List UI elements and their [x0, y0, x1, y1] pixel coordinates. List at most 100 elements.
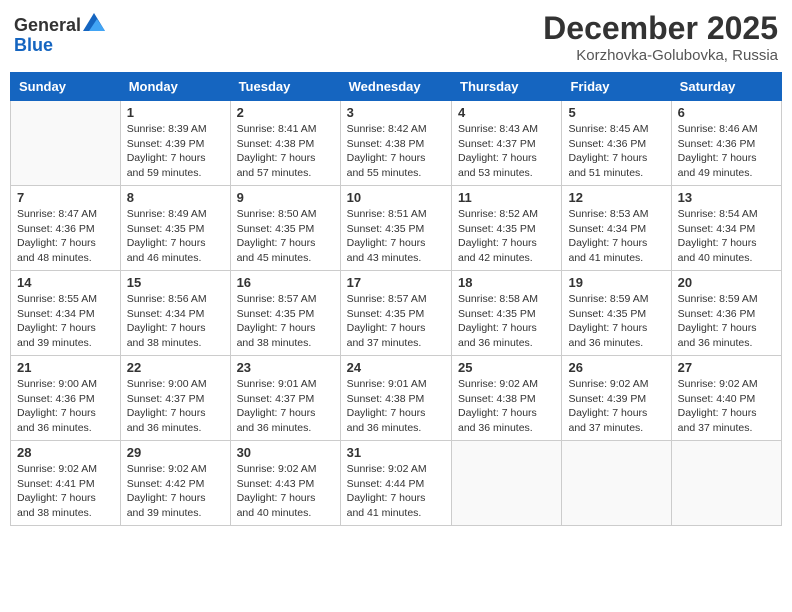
day-number: 18	[458, 275, 555, 290]
day-number: 31	[347, 445, 445, 460]
day-number: 3	[347, 105, 445, 120]
day-number: 10	[347, 190, 445, 205]
day-info: Sunrise: 9:02 AMSunset: 4:38 PMDaylight:…	[458, 377, 555, 436]
day-info: Sunrise: 8:45 AMSunset: 4:36 PMDaylight:…	[568, 122, 664, 181]
weekday-header-tuesday: Tuesday	[230, 73, 340, 101]
day-cell-7: 7 Sunrise: 8:47 AMSunset: 4:36 PMDaylight…	[11, 186, 121, 271]
day-number: 26	[568, 360, 664, 375]
title-location: Korzhovka-Golubovka, Russia	[543, 47, 778, 64]
logo-blue: Blue	[14, 35, 53, 55]
day-cell-30: 30 Sunrise: 9:02 AMSunset: 4:43 PMDayligh…	[230, 441, 340, 526]
day-cell-21: 21 Sunrise: 9:00 AMSunset: 4:36 PMDayligh…	[11, 356, 121, 441]
weekday-header-saturday: Saturday	[671, 73, 781, 101]
day-number: 2	[237, 105, 334, 120]
day-cell-3: 3 Sunrise: 8:42 AMSunset: 4:38 PMDaylight…	[340, 101, 451, 186]
logo: General Blue	[14, 16, 105, 56]
day-cell-8: 8Sunrise: 8:49 AMSunset: 4:35 PMDaylight…	[120, 186, 230, 271]
day-info: Sunrise: 8:42 AMSunset: 4:38 PMDaylight:…	[347, 122, 445, 181]
day-info: Sunrise: 8:53 AMSunset: 4:34 PMDaylight:…	[568, 207, 664, 266]
day-info: Sunrise: 9:02 AMSunset: 4:41 PMDaylight:…	[17, 462, 114, 521]
day-number: 16	[237, 275, 334, 290]
day-info: Sunrise: 9:02 AMSunset: 4:44 PMDaylight:…	[347, 462, 445, 521]
day-number: 22	[127, 360, 224, 375]
weekday-header-sunday: Sunday	[11, 73, 121, 101]
day-cell-23: 23Sunrise: 9:01 AMSunset: 4:37 PMDayligh…	[230, 356, 340, 441]
day-cell-10: 10Sunrise: 8:51 AMSunset: 4:35 PMDayligh…	[340, 186, 451, 271]
day-info: Sunrise: 9:02 AMSunset: 4:43 PMDaylight:…	[237, 462, 334, 521]
day-number: 6	[678, 105, 775, 120]
logo-general: General	[14, 16, 81, 36]
day-number: 23	[237, 360, 334, 375]
day-number: 13	[678, 190, 775, 205]
day-number: 1	[127, 105, 224, 120]
empty-cell	[452, 441, 562, 526]
week-row-4: 21 Sunrise: 9:00 AMSunset: 4:36 PMDayligh…	[11, 356, 782, 441]
logo-icon	[83, 13, 105, 31]
day-info: Sunrise: 9:00 AMSunset: 4:36 PMDaylight:…	[17, 377, 114, 436]
day-number: 12	[568, 190, 664, 205]
day-number: 11	[458, 190, 555, 205]
day-number: 17	[347, 275, 445, 290]
day-cell-28: 28 Sunrise: 9:02 AMSunset: 4:41 PMDayligh…	[11, 441, 121, 526]
day-cell-27: 27 Sunrise: 9:02 AMSunset: 4:40 PMDayligh…	[671, 356, 781, 441]
day-cell-24: 24Sunrise: 9:01 AMSunset: 4:38 PMDayligh…	[340, 356, 451, 441]
day-info: Sunrise: 8:54 AMSunset: 4:34 PMDaylight:…	[678, 207, 775, 266]
empty-cell	[562, 441, 671, 526]
day-number: 9	[237, 190, 334, 205]
day-info: Sunrise: 8:57 AMSunset: 4:35 PMDaylight:…	[237, 292, 334, 351]
day-info: Sunrise: 8:59 AMSunset: 4:36 PMDaylight:…	[678, 292, 775, 351]
day-number: 4	[458, 105, 555, 120]
day-info: Sunrise: 9:00 AMSunset: 4:37 PMDaylight:…	[127, 377, 224, 436]
day-info: Sunrise: 8:47 AMSunset: 4:36 PMDaylight:…	[17, 207, 114, 266]
empty-cell	[11, 101, 121, 186]
day-info: Sunrise: 8:58 AMSunset: 4:35 PMDaylight:…	[458, 292, 555, 351]
calendar-table: SundayMondayTuesdayWednesdayThursdayFrid…	[10, 72, 782, 526]
empty-cell	[671, 441, 781, 526]
title-area: December 2025 Korzhovka-Golubovka, Russi…	[543, 10, 778, 64]
day-number: 27	[678, 360, 775, 375]
day-cell-25: 25 Sunrise: 9:02 AMSunset: 4:38 PMDayligh…	[452, 356, 562, 441]
day-info: Sunrise: 8:52 AMSunset: 4:35 PMDaylight:…	[458, 207, 555, 266]
day-cell-17: 17 Sunrise: 8:57 AMSunset: 4:35 PMDayligh…	[340, 271, 451, 356]
day-cell-26: 26Sunrise: 9:02 AMSunset: 4:39 PMDayligh…	[562, 356, 671, 441]
weekday-header-wednesday: Wednesday	[340, 73, 451, 101]
day-cell-12: 12 Sunrise: 8:53 AMSunset: 4:34 PMDayligh…	[562, 186, 671, 271]
day-info: Sunrise: 8:43 AMSunset: 4:37 PMDaylight:…	[458, 122, 555, 181]
day-cell-22: 22 Sunrise: 9:00 AMSunset: 4:37 PMDayligh…	[120, 356, 230, 441]
weekday-header-thursday: Thursday	[452, 73, 562, 101]
day-cell-16: 16 Sunrise: 8:57 AMSunset: 4:35 PMDayligh…	[230, 271, 340, 356]
weekday-header-friday: Friday	[562, 73, 671, 101]
day-number: 19	[568, 275, 664, 290]
day-info: Sunrise: 9:02 AMSunset: 4:42 PMDaylight:…	[127, 462, 224, 521]
day-info: Sunrise: 8:59 AMSunset: 4:35 PMDaylight:…	[568, 292, 664, 351]
day-number: 30	[237, 445, 334, 460]
day-cell-19: 19 Sunrise: 8:59 AMSunset: 4:35 PMDayligh…	[562, 271, 671, 356]
day-cell-29: 29 Sunrise: 9:02 AMSunset: 4:42 PMDayligh…	[120, 441, 230, 526]
day-number: 7	[17, 190, 114, 205]
day-info: Sunrise: 9:02 AMSunset: 4:40 PMDaylight:…	[678, 377, 775, 436]
week-row-2: 7 Sunrise: 8:47 AMSunset: 4:36 PMDaylight…	[11, 186, 782, 271]
day-number: 21	[17, 360, 114, 375]
day-cell-11: 11 Sunrise: 8:52 AMSunset: 4:35 PMDayligh…	[452, 186, 562, 271]
calendar-header: SundayMondayTuesdayWednesdayThursdayFrid…	[11, 73, 782, 101]
day-number: 24	[347, 360, 445, 375]
day-info: Sunrise: 8:56 AMSunset: 4:34 PMDaylight:…	[127, 292, 224, 351]
day-info: Sunrise: 8:50 AMSunset: 4:35 PMDaylight:…	[237, 207, 334, 266]
day-number: 28	[17, 445, 114, 460]
day-cell-1: 1 Sunrise: 8:39 AMSunset: 4:39 PMDaylight…	[120, 101, 230, 186]
week-row-5: 28 Sunrise: 9:02 AMSunset: 4:41 PMDayligh…	[11, 441, 782, 526]
day-number: 15	[127, 275, 224, 290]
day-info: Sunrise: 8:46 AMSunset: 4:36 PMDaylight:…	[678, 122, 775, 181]
day-info: Sunrise: 8:41 AMSunset: 4:38 PMDaylight:…	[237, 122, 334, 181]
day-cell-9: 9 Sunrise: 8:50 AMSunset: 4:35 PMDaylight…	[230, 186, 340, 271]
day-cell-15: 15 Sunrise: 8:56 AMSunset: 4:34 PMDayligh…	[120, 271, 230, 356]
day-info: Sunrise: 8:39 AMSunset: 4:39 PMDaylight:…	[127, 122, 224, 181]
day-number: 5	[568, 105, 664, 120]
day-info: Sunrise: 8:57 AMSunset: 4:35 PMDaylight:…	[347, 292, 445, 351]
week-row-3: 14Sunrise: 8:55 AMSunset: 4:34 PMDayligh…	[11, 271, 782, 356]
day-number: 25	[458, 360, 555, 375]
day-number: 29	[127, 445, 224, 460]
weekday-header-monday: Monday	[120, 73, 230, 101]
title-month: December 2025	[543, 10, 778, 47]
day-cell-2: 2 Sunrise: 8:41 AMSunset: 4:38 PMDaylight…	[230, 101, 340, 186]
